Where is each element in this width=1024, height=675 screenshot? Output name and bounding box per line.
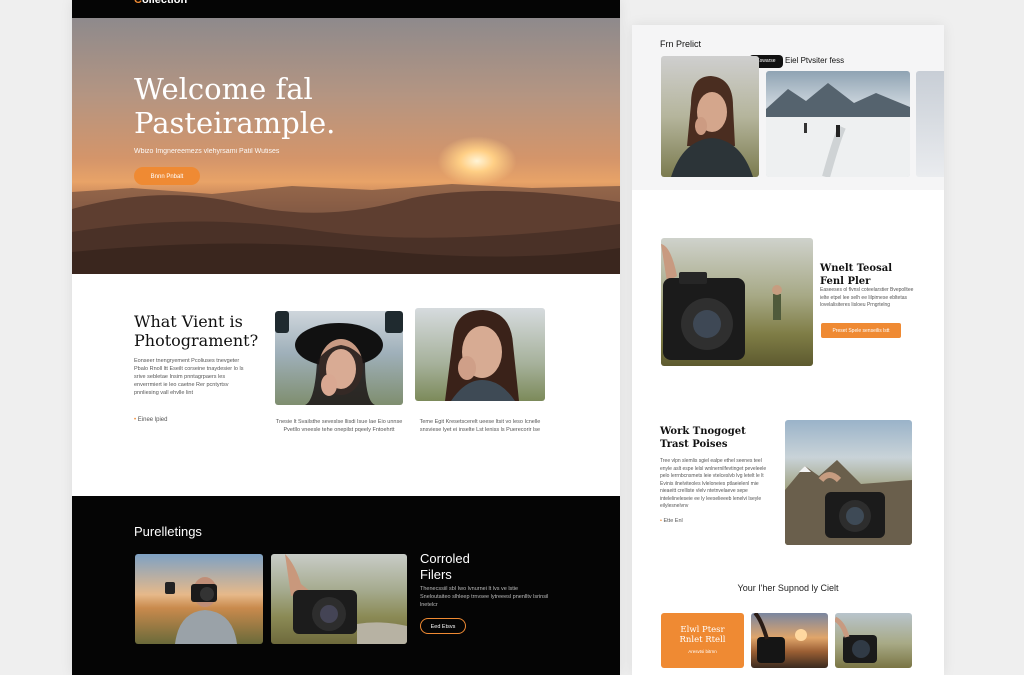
- hero-subtitle: Wbizo Imgnereemezs vlehyrsami Patil Wuti…: [134, 148, 280, 155]
- hero-section: Welcome fal Pasteirample. Wbizo Imgnereem…: [72, 18, 620, 274]
- about-paragraph: Eonseer tnengryement Pcoliuses tnevgeter…: [134, 358, 244, 396]
- field-camera-thumb[interactable]: [835, 613, 912, 668]
- hero-cta-button[interactable]: Bnnn Pnbalt: [134, 167, 200, 185]
- gallery-section-dark: Purelletings Corroled Filers Thenecssiil …: [72, 496, 620, 675]
- controlled-filters-title: Corroled Filers: [420, 551, 470, 582]
- gallery-title: Purelletings: [134, 524, 202, 539]
- section1-text: Easeeses ol flvnsl coteelarstier Bvepoll…: [820, 287, 914, 308]
- section2-title: Work Tnogoget Trast Poises: [660, 426, 746, 450]
- section1-title: Wnelt Teosal Fenl Pler: [820, 263, 892, 287]
- portrait-caption-2: Teme Egit Kresetscerelt ueese ltsit vo l…: [419, 419, 541, 433]
- featured-label: Frn Prelict: [660, 39, 702, 49]
- photographer-photo[interactable]: [135, 554, 263, 644]
- featured-portrait-photo[interactable]: [661, 56, 759, 177]
- bottom-section-title: Your I'her Supnod ly Cielt: [737, 583, 839, 593]
- controlled-filters-text: Thenecssiil sbl Iwo lvnurnei lt lvs ve l…: [420, 586, 549, 608]
- brand-logo[interactable]: Collection: [134, 0, 187, 6]
- camera-in-field-photo[interactable]: [271, 554, 407, 644]
- promo-orange-card[interactable]: Elwl Ptesr Rnlet Rtell Aresvtsi bitrnn: [661, 613, 744, 668]
- featured-pill-label: Eiel Ptvsiter fess: [785, 56, 845, 65]
- camera-closeup-photo[interactable]: [661, 238, 813, 366]
- portrait-photo-hat-woman[interactable]: [275, 311, 403, 405]
- portrait-caption-1: Tnesie lt Svailsthe seveslse llisdi Isue…: [275, 419, 403, 433]
- about-read-more-link[interactable]: • Einee lpied: [134, 417, 167, 423]
- portrait-photo-thoughtful-woman[interactable]: [415, 308, 545, 401]
- landing-page-left: Collection Welcome fal Pasteirample. Wbiz…: [72, 0, 620, 675]
- featured-strip: Frn Prelict Eswarse Eiel Ptvsiter fess: [632, 25, 944, 190]
- top-nav-bar: Collection: [72, 0, 620, 18]
- brand-initial: C: [134, 0, 142, 6]
- section2-link[interactable]: • Ette Enl: [660, 518, 683, 524]
- landing-page-right: Frn Prelict Eswarse Eiel Ptvsiter fess W…: [632, 25, 944, 675]
- promo-card-subtitle: Aresvtsi bitrnn: [688, 649, 717, 654]
- brand-name: ollection: [141, 0, 188, 6]
- about-title: What Vient is Photograment?: [134, 312, 259, 350]
- hero-title: Welcome fal Pasteirample.: [134, 72, 336, 140]
- featured-photo-partial[interactable]: [916, 71, 944, 177]
- snowy-landscape-photo[interactable]: [766, 71, 910, 177]
- sunset-camera-thumb[interactable]: [751, 613, 828, 668]
- mountain-camera-photo[interactable]: [785, 420, 912, 545]
- section1-orange-button[interactable]: Preset Spele senseilis lstt: [821, 323, 901, 338]
- filters-outline-button[interactable]: Eed Etsvs: [420, 618, 466, 634]
- promo-card-title: Elwl Ptesr Rnlet Rtell: [679, 625, 726, 645]
- section2-text: Tree vlpn slemlis sgiel ealpe ethel seen…: [660, 458, 767, 509]
